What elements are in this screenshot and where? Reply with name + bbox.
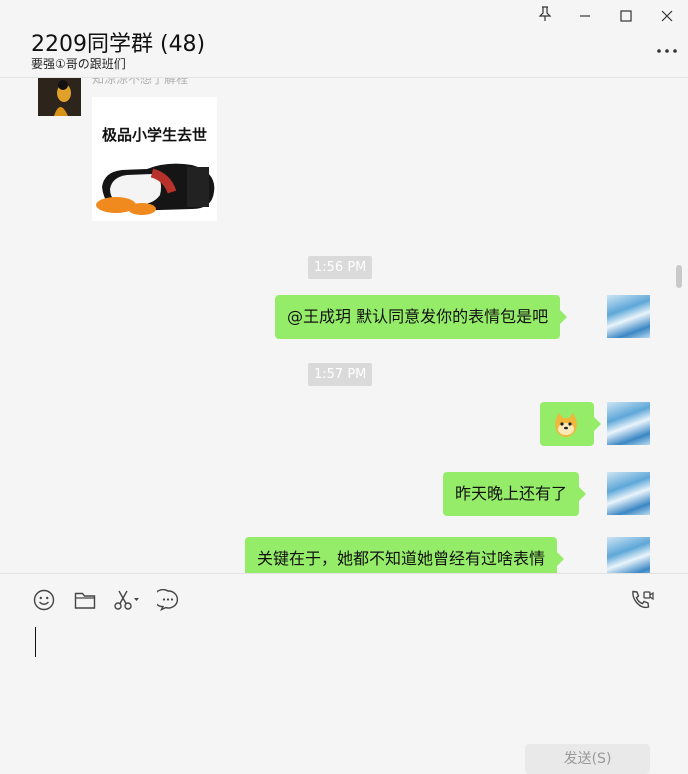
avatar[interactable]: [607, 295, 650, 338]
close-button[interactable]: [652, 4, 682, 28]
scissors-icon: [113, 589, 141, 615]
sticker-message[interactable]: 极品小学生去世: [92, 97, 217, 221]
more-button[interactable]: [654, 36, 680, 58]
minimize-button[interactable]: [570, 4, 600, 28]
folder-icon: [74, 590, 96, 614]
message-bubble[interactable]: 昨天晚上还有了: [443, 472, 587, 516]
timestamp: 1:56 PM: [308, 256, 373, 279]
close-icon: [661, 7, 673, 26]
message-list[interactable]: 知涼涼不想了解程 极品小学生去世 1:56 PM @王成玥 默认同意发你的表情包…: [0, 78, 688, 573]
input-area: 发送(S): [0, 573, 688, 774]
video-call-icon: [630, 589, 654, 615]
doge-emoji-icon: [553, 411, 579, 455]
timestamp: 1:57 PM: [308, 363, 373, 386]
text-cursor: [35, 627, 36, 657]
avatar[interactable]: [607, 402, 650, 445]
sender-name: 知涼涼不想了解程: [92, 78, 189, 86]
message-bubble[interactable]: 关键在于，她都不知道她曾经有过啥表情: [245, 537, 565, 573]
chat-subtitle: 要强①哥の跟班们: [31, 57, 126, 71]
send-button[interactable]: 发送(S): [525, 744, 650, 774]
chat-header: 2209同学群 (48) 要强①哥の跟班们: [0, 0, 688, 78]
emoji-button[interactable]: [31, 589, 57, 615]
pin-icon: [538, 6, 552, 26]
sticker-caption: 极品小学生去世: [101, 126, 207, 144]
avatar[interactable]: [607, 472, 650, 515]
chat-title: 2209同学群 (48): [31, 32, 206, 57]
pin-button[interactable]: [530, 4, 560, 28]
file-button[interactable]: [72, 589, 98, 615]
avatar[interactable]: [607, 537, 650, 573]
message-bubble[interactable]: [540, 402, 601, 446]
minimize-icon: [579, 7, 591, 26]
more-icon: [657, 38, 677, 57]
call-button[interactable]: [629, 589, 655, 615]
penguin-sticker-image: [96, 163, 215, 215]
chat-history-icon: [153, 588, 179, 615]
message-bubble[interactable]: @王成玥 默认同意发你的表情包是吧: [275, 295, 568, 339]
avatar[interactable]: [38, 78, 81, 116]
maximize-icon: [620, 7, 632, 26]
screenshot-button[interactable]: [112, 589, 142, 615]
scrollbar-thumb[interactable]: [676, 265, 682, 288]
chat-history-button[interactable]: [153, 588, 181, 615]
emoji-icon: [33, 589, 55, 615]
maximize-button[interactable]: [611, 4, 641, 28]
